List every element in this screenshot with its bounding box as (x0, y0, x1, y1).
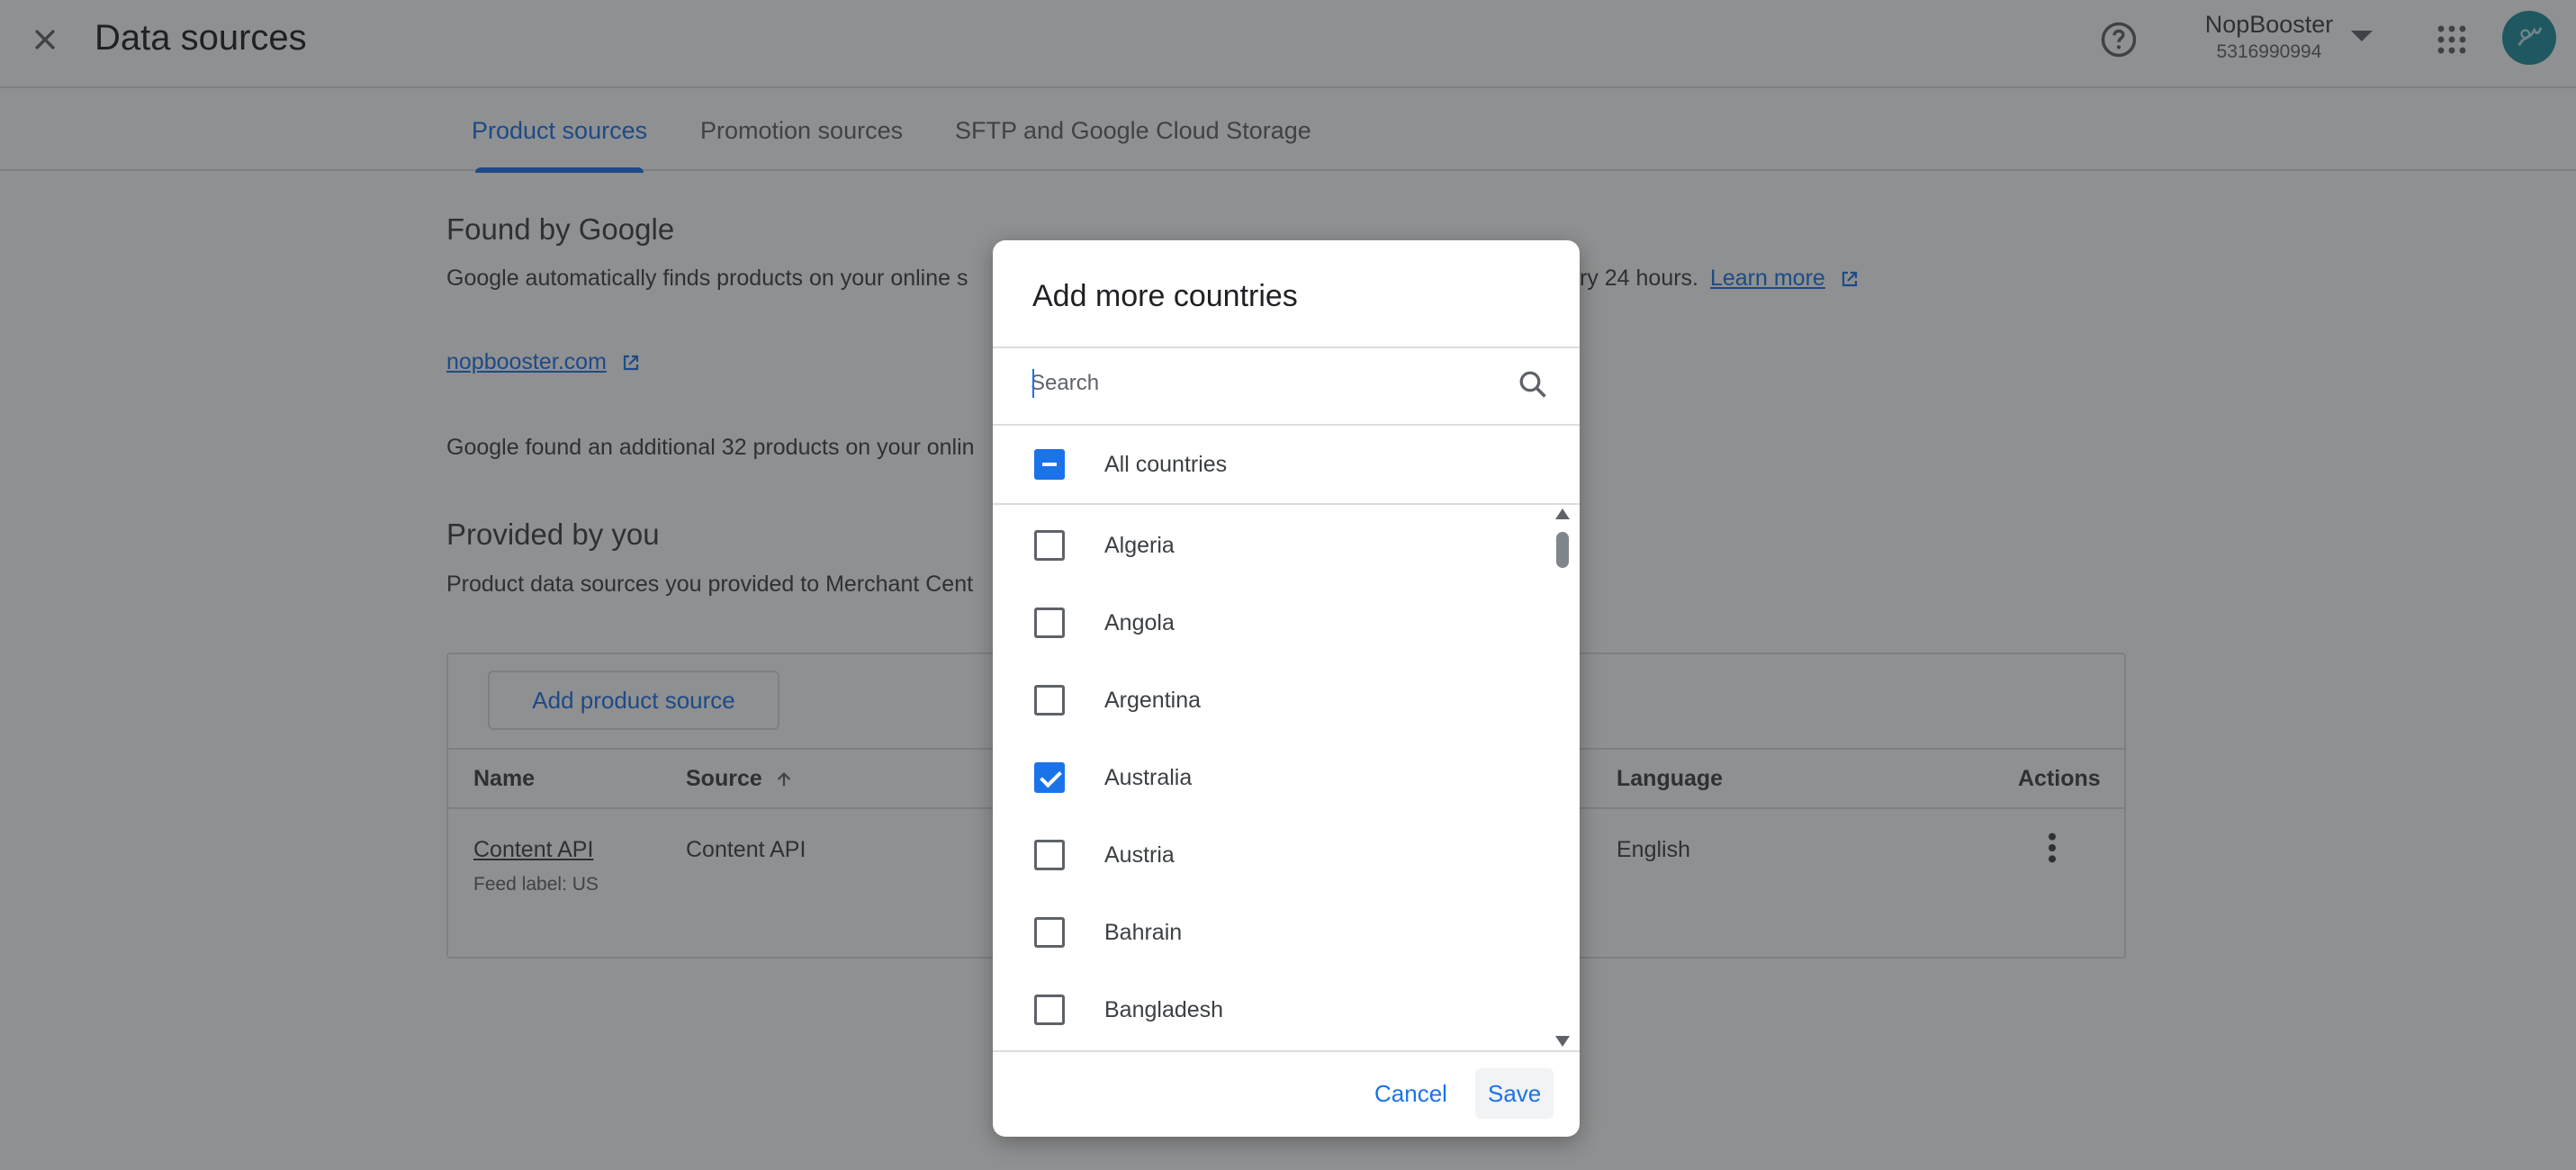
country-label: Angola (1104, 610, 1175, 635)
text-cursor (1032, 369, 1034, 398)
country-label: Bahrain (1104, 920, 1183, 945)
list-scrollbar[interactable] (1553, 505, 1572, 1050)
list-item[interactable]: Bahrain (993, 894, 1542, 971)
scrollbar-thumb[interactable] (1556, 532, 1569, 568)
country-checkbox[interactable] (1034, 917, 1065, 948)
country-label: Australia (1104, 765, 1193, 790)
list-item[interactable]: Algeria (993, 507, 1542, 584)
list-item[interactable]: Bangladesh (993, 971, 1542, 1048)
country-checkbox[interactable] (1034, 762, 1065, 793)
all-countries-row[interactable]: All countries (993, 426, 1542, 503)
country-checkbox[interactable] (1034, 994, 1065, 1025)
list-item[interactable]: Argentina (993, 662, 1542, 739)
search-button[interactable] (1513, 364, 1553, 404)
list-item[interactable]: Austria (993, 816, 1542, 894)
list-item[interactable]: Angola (993, 584, 1542, 662)
country-checkbox[interactable] (1034, 685, 1065, 716)
all-countries-checkbox[interactable] (1034, 449, 1065, 480)
country-label: Argentina (1104, 688, 1202, 713)
cancel-button[interactable]: Cancel (1362, 1068, 1460, 1119)
scroll-down-arrow[interactable] (1555, 1036, 1570, 1047)
country-label: Algeria (1104, 533, 1175, 558)
country-label: Bangladesh (1104, 997, 1224, 1022)
all-countries-label: All countries (1104, 452, 1228, 477)
country-checkbox[interactable] (1034, 608, 1065, 638)
divider (993, 346, 1580, 348)
country-checkbox[interactable] (1034, 840, 1065, 870)
country-list: Algeria Angola Argentina Australia Austr… (993, 505, 1580, 1050)
country-checkbox[interactable] (1034, 530, 1065, 561)
divider (993, 1050, 1580, 1052)
country-search-input[interactable] (1031, 361, 1499, 406)
save-button[interactable]: Save (1475, 1068, 1554, 1119)
add-countries-dialog: Add more countries All countries Algeria… (993, 240, 1580, 1137)
scroll-up-arrow[interactable] (1555, 508, 1570, 519)
dialog-title: Add more countries (1032, 279, 1298, 313)
list-item[interactable]: Australia (993, 739, 1542, 816)
search-icon (1519, 371, 1546, 398)
country-label: Austria (1104, 842, 1175, 868)
